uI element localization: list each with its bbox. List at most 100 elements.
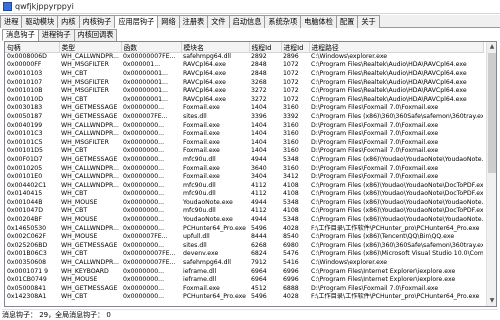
col-type-cell: WH_CBT bbox=[61, 95, 88, 103]
subtab-message-hooks[interactable]: 消息钩子 bbox=[2, 29, 39, 41]
table-row[interactable]: 0x001010B WH_MSGFILTER 0x00000001... RAVCpl… bbox=[5, 87, 483, 96]
tab-checkup[interactable]: 电脑体检 bbox=[300, 15, 337, 28]
table-row[interactable]: 0x0140415 WH_CBT 0x0000000... mfc90u.dll 411… bbox=[5, 190, 483, 199]
table-row[interactable]: 0x142308A1 WH_CBT 0x0000000... PCHunter64_P… bbox=[5, 293, 483, 302]
col-process-path-cell: C:\Windows\explorer.exe bbox=[311, 259, 388, 267]
tab-registry[interactable]: 注册表 bbox=[178, 15, 209, 28]
col-handle-cell: 0x001047D bbox=[7, 207, 43, 215]
col-thread-id-header[interactable]: 线程Id bbox=[249, 42, 282, 53]
col-handle-cell: 0x0010107 bbox=[7, 78, 43, 86]
table-row[interactable]: 0x0008006D WH_CALLWNDPR... 0x00000007FE...… bbox=[5, 53, 483, 62]
table-row[interactable]: 0x001044B WH_MOUSE 0x0000000... YoudaoNote.… bbox=[5, 199, 483, 208]
col-process-id-cell: 6996 bbox=[283, 276, 299, 284]
hooks-list[interactable]: 句柄 类型 函数 模块名 线程Id 进程Id 进程路径 0x0008006D WH_CALLW… bbox=[4, 41, 497, 307]
col-process-path-cell: C:\Program Files (x86)\360\360Safe\safem… bbox=[311, 241, 483, 249]
tab-system-misc[interactable]: 系统杂项 bbox=[264, 15, 302, 28]
col-thread-id-cell: 3272 bbox=[251, 87, 267, 95]
col-thread-id-cell: 5496 bbox=[251, 224, 267, 232]
col-process-path-header[interactable]: 进程路径 bbox=[309, 42, 484, 53]
col-function-cell: 0x00000001... bbox=[123, 95, 168, 103]
col-process-path-cell: C:\Program Files\Internet Explorer\iexpl… bbox=[311, 276, 456, 284]
table-row[interactable]: 0x0010107 WH_MSGFILTER 0x00000001... RAVCpl… bbox=[5, 78, 483, 87]
table-row[interactable]: 0x0050187 WH_GETMESSAGE 0x000007FE... sites… bbox=[5, 113, 483, 122]
tab-startup[interactable]: 启动信息 bbox=[228, 15, 266, 28]
col-handle-cell: 0x14650530 bbox=[7, 224, 47, 232]
col-process-id-cell: 4108 bbox=[283, 207, 299, 215]
col-module-cell: sites.dll bbox=[183, 241, 207, 249]
col-module-header[interactable]: 模块名 bbox=[181, 42, 250, 53]
col-type-cell: WH_CALLWNDPR... bbox=[61, 181, 119, 189]
table-row[interactable]: 0x00101C5 WH_MSGFILTER 0x0000000... Foxmail… bbox=[5, 138, 483, 147]
col-process-path-cell: C:\Program Files\Realtek\Audio\HDA\RAVCp… bbox=[311, 78, 467, 86]
col-process-path-cell: C:\Program Files (x86)\360\360Safe\safem… bbox=[311, 112, 483, 120]
table-row[interactable]: 0x0010103 WH_CBT 0x00000001... RAVCpl64.exe… bbox=[5, 70, 483, 79]
table-row[interactable]: 0x00101E0 WH_CALLWNDPR... 0x0000000... Foxm… bbox=[5, 173, 483, 182]
tab-process[interactable]: 进程 bbox=[0, 15, 23, 28]
col-process-path-cell: C:\Program Files (x86)\Youdao\YoudaoNote… bbox=[311, 181, 483, 189]
col-type-header[interactable]: 类型 bbox=[59, 42, 122, 53]
subtab-process-hooks[interactable]: 进程钩子 bbox=[37, 29, 75, 41]
col-process-id-cell: 4028 bbox=[283, 293, 299, 301]
col-type-cell: WH_CALLWNDPR... bbox=[61, 121, 119, 129]
col-function-header[interactable]: 函数 bbox=[121, 42, 182, 53]
col-process-id-cell: 3160 bbox=[283, 130, 299, 138]
col-handle-header[interactable]: 句柄 bbox=[5, 42, 60, 53]
table-body: 0x0008006D WH_CALLWNDPR... 0x00000007FE...… bbox=[5, 53, 483, 302]
col-function-cell: 0x00000007FE... bbox=[123, 53, 176, 61]
table-row[interactable]: 0x0010205 WH_CALLWNDPR... 0x0000000... Foxm… bbox=[5, 164, 483, 173]
table-row[interactable]: 0x01CB0749 WH_MOUSE 0x0000000... ieframe.dl… bbox=[5, 276, 483, 285]
col-handle-cell: 0x00204BF bbox=[7, 216, 43, 224]
scroll-thumb[interactable] bbox=[488, 53, 496, 173]
col-process-id-cell: 4028 bbox=[283, 224, 299, 232]
col-handle-cell: 0x0010205 bbox=[7, 164, 43, 172]
col-handle-cell: 0x0050187 bbox=[7, 112, 43, 120]
col-thread-id-cell: 2892 bbox=[251, 53, 267, 61]
col-module-cell: upfull.dll bbox=[183, 233, 210, 241]
table-row[interactable]: 0x0001071 9 WH_KEYBOARD 0x0000000... iefram… bbox=[5, 267, 483, 276]
table-row[interactable]: 0x00204BF WH_MOUSE 0x0000000... YoudaoNote.… bbox=[5, 216, 483, 225]
col-module-cell: mfc90u.dll bbox=[183, 181, 216, 189]
tab-about[interactable]: 关于 bbox=[357, 15, 380, 28]
table-row[interactable]: 0x05000841 WH_GETMESSAGE 0x0000000... Foxma… bbox=[5, 285, 483, 294]
table-row[interactable]: 0x00F01D7 WH_GETMESSAGE 0x0000000... mfc90u… bbox=[5, 156, 483, 165]
table-row[interactable]: 0x0030183 WH_GETMESSAGE 0x0000000... Foxmai… bbox=[5, 104, 483, 113]
tab-files[interactable]: 文件 bbox=[207, 15, 230, 28]
subtab-kernel-callback-table[interactable]: 内核回调表 bbox=[73, 29, 118, 41]
table-row[interactable]: 0x001B06C3 WH_CBT 0x00000007FE... devenv.ex… bbox=[5, 250, 483, 259]
col-process-id-cell: 6980 bbox=[283, 241, 299, 249]
tab-network[interactable]: 网络 bbox=[157, 15, 180, 28]
tab-kernel[interactable]: 内核 bbox=[57, 15, 80, 28]
col-function-cell: 0x0000000... bbox=[123, 224, 165, 232]
col-handle-cell: 0x05000841 bbox=[7, 284, 47, 292]
table-row[interactable]: 0x00000FF WH_MSGFILTER 0x000001... RAVCpl64… bbox=[5, 61, 483, 70]
col-process-id-header[interactable]: 进程Id bbox=[281, 42, 310, 53]
table-row[interactable]: 0x002C062F WH_MOUSE 0x000007FE... upfull.dl… bbox=[5, 233, 483, 242]
table-row[interactable]: 0x00350608 WH_CALLWNDPR... 0x00000007FE...… bbox=[5, 259, 483, 268]
col-module-cell: YoudaoNote.exe bbox=[183, 198, 233, 206]
tab-app-hooks[interactable]: 应用层钩子 bbox=[114, 15, 159, 28]
table-row[interactable]: 0x001010D WH_CBT 0x00000001... RAVCpl64.exe… bbox=[5, 95, 483, 104]
col-function-cell: 0x000007FE... bbox=[123, 112, 168, 120]
table-row[interactable]: 0x00101D5 WH_CBT 0x0000000... Foxmail.exe 14… bbox=[5, 147, 483, 156]
scroll-up-icon[interactable]: ▲ bbox=[487, 42, 496, 52]
tab-kernel-hooks[interactable]: 内核钩子 bbox=[78, 15, 116, 28]
col-type-cell: WH_CBT bbox=[61, 147, 88, 155]
table-row[interactable]: 0x00101C3 WH_CALLWNDPR... 0x0000000... Foxm… bbox=[5, 130, 483, 139]
col-process-id-cell: 1072 bbox=[283, 61, 299, 69]
tab-config[interactable]: 配置 bbox=[335, 15, 359, 28]
col-process-path-cell: C:\Program Files\Realtek\Audio\HDA\RAVCp… bbox=[311, 61, 467, 69]
table-row[interactable]: 0x001047D WH_CBT 0x0000000... mfc90u.dll 411… bbox=[5, 207, 483, 216]
table-row[interactable]: 0x004402C1 WH_CALLWNDPR... 0x0000000... mfc… bbox=[5, 181, 483, 190]
col-handle-cell: 0x00F01D7 bbox=[7, 155, 43, 163]
vertical-scrollbar[interactable]: ▲ ▼ bbox=[486, 42, 496, 306]
col-module-cell: Foxmail.exe bbox=[183, 138, 220, 146]
col-function-cell: 0x0000000... bbox=[123, 216, 165, 224]
scroll-down-icon[interactable]: ▼ bbox=[487, 296, 496, 306]
table-row[interactable]: 0x0040199 WH_CALLWNDPR... 0x0000000... Foxm… bbox=[5, 121, 483, 130]
col-module-cell: mfc90u.dll bbox=[183, 207, 216, 215]
col-process-path-cell: C:\Program Files (x86)\Youdao\YoudaoNote… bbox=[311, 207, 483, 215]
col-process-id-cell: 6888 bbox=[283, 284, 299, 292]
table-row[interactable]: 0x14650530 WH_CALLWNDPR... 0x0000000... PCH… bbox=[5, 224, 483, 233]
table-row[interactable]: 0x025206BD WH_GETMESSAGE 0x0000000... sites… bbox=[5, 242, 483, 251]
tab-driver-modules[interactable]: 驱动模块 bbox=[21, 15, 59, 28]
